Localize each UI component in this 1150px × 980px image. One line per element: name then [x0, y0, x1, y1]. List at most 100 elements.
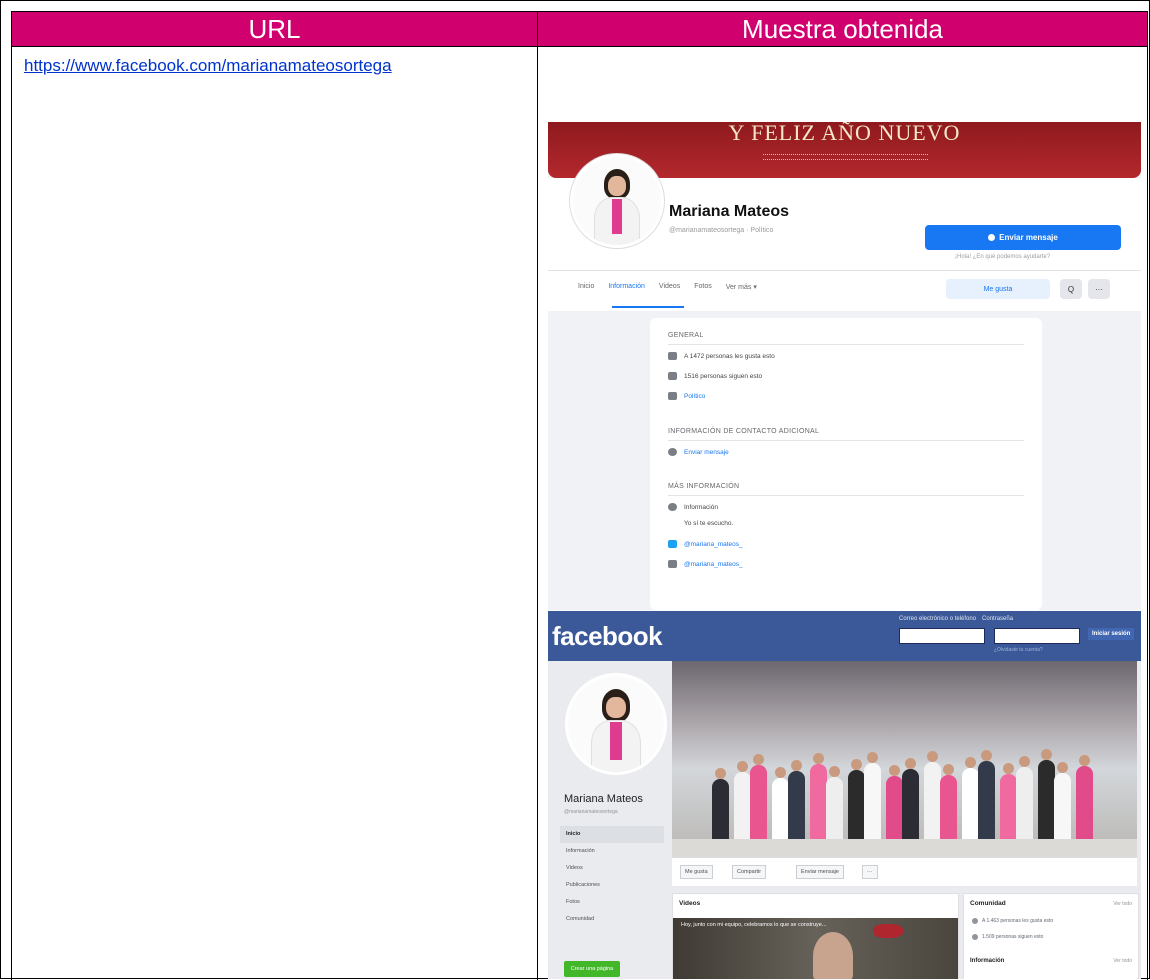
cover-person — [924, 751, 941, 839]
email-input[interactable] — [899, 628, 985, 644]
cover-person — [1054, 762, 1071, 839]
send-message-button[interactable]: Enviar mensaje — [925, 225, 1121, 250]
share-button[interactable]: Compartir — [732, 865, 767, 879]
like-button[interactable]: Me gusta — [680, 865, 713, 879]
tab-videos[interactable]: Videos — [659, 283, 680, 291]
twitter-link[interactable]: @mariana_mateos_ — [684, 541, 743, 548]
community-likes: A 1.463 personas les gusta esto — [982, 918, 1054, 924]
info-see-all[interactable]: Ver todo — [1113, 958, 1132, 964]
email-label: Correo electrónico o teléfono — [899, 616, 977, 622]
category-link[interactable]: Político — [684, 393, 705, 400]
divider — [668, 495, 1024, 496]
nav-home[interactable]: Inicio — [560, 826, 664, 843]
video-caption: Hoy, junto con mi equipo, celebramos lo … — [681, 922, 827, 928]
header-sample: Muestra obtenida — [538, 11, 1148, 47]
cover-person — [772, 767, 789, 839]
videos-title: Videos — [679, 900, 701, 907]
info-icon — [668, 503, 677, 511]
cover-text: Y FELIZ AÑO NUEVO — [728, 122, 961, 145]
send-message-label: Enviar mensaje — [999, 233, 1058, 242]
like-label: Me gusta — [983, 285, 1013, 293]
info-row: Información — [668, 503, 718, 511]
forgot-account-link[interactable]: ¿Olvidaste tu cuenta? — [994, 647, 1043, 653]
cover-person — [788, 760, 805, 839]
about-card: GENERAL A 1472 personas les gusta esto 1… — [650, 318, 1042, 610]
nav-posts[interactable]: Publicaciones — [560, 877, 664, 894]
cover-person — [750, 754, 767, 839]
cover-person — [1016, 756, 1033, 839]
section-more-info: MÁS INFORMACIÓN — [668, 483, 740, 490]
screenshot-modern-facebook: Y FELIZ AÑO NUEVO Mariana Mateos @marian… — [548, 122, 1141, 610]
cover-ground — [672, 839, 1137, 857]
likes-row: A 1472 personas les gusta esto — [668, 352, 775, 360]
login-labels: Correo electrónico o teléfono Contraseña — [899, 616, 1013, 622]
top-bar: facebook Correo electrónico o teléfono C… — [548, 611, 1141, 661]
cover-person — [734, 761, 751, 839]
header-url: URL — [11, 11, 538, 47]
more-options-button[interactable]: ··· — [862, 865, 878, 879]
folder-icon — [668, 392, 677, 400]
facebook-logo[interactable]: facebook — [552, 621, 663, 652]
cover-person — [886, 765, 903, 839]
cover-crowd — [712, 749, 1112, 839]
community-see-all[interactable]: Ver todo — [1113, 901, 1132, 907]
screenshot-classic-facebook: facebook Correo electrónico o teléfono C… — [548, 611, 1141, 979]
cover-person — [864, 752, 881, 839]
community-followers: 1.509 personas siguen esto — [982, 934, 1044, 940]
avatar[interactable] — [565, 673, 667, 775]
section-general: GENERAL — [668, 332, 704, 339]
avatar-scarf — [611, 199, 623, 235]
divider — [668, 344, 1024, 345]
cover-person — [712, 768, 729, 839]
profile-meta: @marianamateosortega · Político — [669, 227, 774, 234]
facebook-profile-link[interactable]: https://www.facebook.com/marianamateosor… — [24, 55, 524, 76]
section-contact: INFORMACIÓN DE CONTACTO ADICIONAL — [668, 428, 820, 435]
password-label: Contraseña — [982, 616, 1014, 622]
url-cell: https://www.facebook.com/marianamateosor… — [11, 47, 538, 980]
like-button[interactable]: Me gusta — [946, 279, 1050, 299]
create-page-button[interactable]: Crear una página — [564, 961, 620, 977]
send-message-button[interactable]: Enviar mensaje — [796, 865, 844, 879]
video-person — [813, 932, 853, 979]
more-options-icon[interactable]: ··· — [1088, 279, 1110, 299]
nav-information[interactable]: Información — [560, 843, 664, 860]
password-input[interactable] — [994, 628, 1080, 644]
avatar-face — [606, 697, 626, 719]
community-likes-row: A 1.463 personas les gusta esto — [972, 918, 1053, 924]
cover-person — [848, 759, 865, 839]
search-icon[interactable]: Q — [1060, 279, 1082, 299]
nav-community[interactable]: Comunidad — [560, 911, 664, 928]
page-nav: Inicio Información Videos Publicaciones … — [560, 826, 664, 928]
nav-videos[interactable]: Videos — [560, 860, 664, 877]
community-followers-row: 1.509 personas siguen esto — [972, 934, 1043, 940]
cover-ornament — [763, 154, 928, 160]
instagram-row: @mariana_mateos_ — [668, 560, 743, 568]
cover-person — [902, 758, 919, 839]
community-section: Comunidad Ver todo A 1.463 personas les … — [963, 893, 1139, 979]
avatar-face — [608, 176, 626, 196]
community-title: Comunidad — [970, 900, 1006, 907]
cover-person — [940, 764, 957, 839]
videos-section: Videos Hoy, junto con mi equipo, celebra… — [672, 893, 959, 979]
avatar[interactable] — [570, 154, 664, 248]
messenger-icon — [988, 234, 996, 241]
video-thumbnail[interactable]: Hoy, junto con mi equipo, celebramos lo … — [673, 918, 958, 979]
info-title: Información — [970, 958, 1005, 964]
instagram-link[interactable]: @mariana_mateos_ — [684, 561, 743, 568]
tabs: Inicio Información Videos Fotos Ver más … — [578, 283, 757, 291]
tab-information[interactable]: Información — [608, 283, 645, 291]
cover-photo — [672, 661, 1137, 857]
contact-send-link[interactable]: Enviar mensaje — [684, 449, 729, 456]
info-label: Información — [684, 503, 718, 511]
tab-home[interactable]: Inicio — [578, 283, 594, 291]
cover-person — [1038, 749, 1055, 839]
tab-more[interactable]: Ver más ▾ — [726, 283, 757, 291]
thumbs-up-icon — [668, 352, 677, 360]
bio-row: Yo sí te escucho. — [684, 520, 733, 527]
profile-name: Mariana Mateos — [669, 203, 790, 220]
thumbs-up-icon — [972, 918, 978, 924]
send-hint: ¡Hola! ¿En qué podemos ayudarte? — [955, 254, 1051, 260]
login-button[interactable]: Iniciar sesión — [1088, 628, 1135, 640]
tab-photos[interactable]: Fotos — [694, 283, 712, 291]
nav-photos[interactable]: Fotos — [560, 894, 664, 911]
